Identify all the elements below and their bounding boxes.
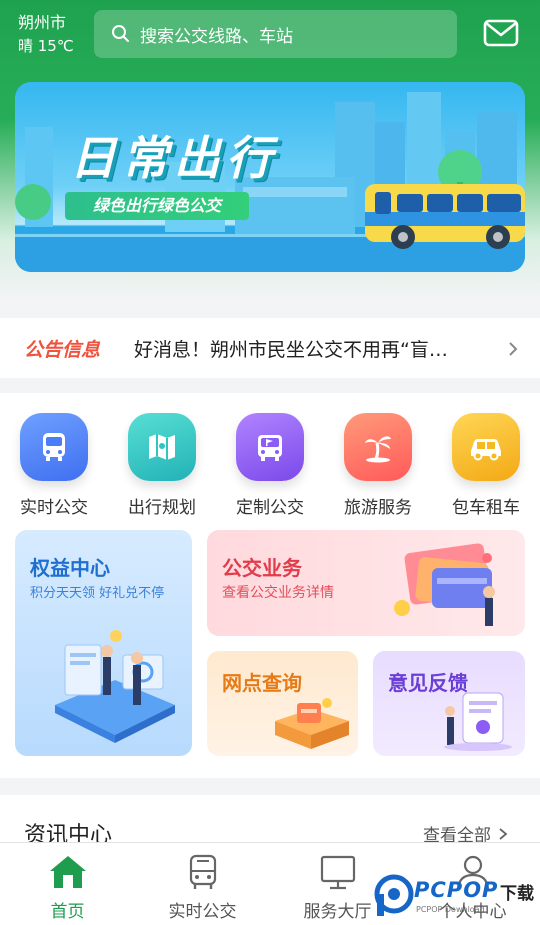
watermark-url: PCPOP Download	[416, 905, 485, 914]
rights-center-card[interactable]: 权益中心 积分天天领 好礼兑不停	[15, 530, 192, 756]
palm-tree-icon	[344, 413, 412, 481]
service-label: 出行规划	[128, 498, 196, 518]
bus-flag-icon	[236, 413, 304, 481]
storefront-illustration	[275, 698, 349, 749]
tab-label: 首页	[50, 902, 85, 922]
banner-title: 日常出行	[70, 131, 278, 185]
service-label: 旅游服务	[344, 498, 412, 518]
tab-label: 实时公交	[168, 902, 237, 922]
car-icon	[452, 413, 520, 481]
service-label: 实时公交	[20, 498, 88, 518]
business-illustration	[394, 543, 495, 626]
chevron-right-icon	[509, 342, 518, 356]
tab-realtime-bus[interactable]: 实时公交	[135, 843, 270, 925]
chevron-right-icon	[499, 828, 508, 840]
city-selector[interactable]: 朔州市	[18, 12, 66, 34]
home-icon	[50, 856, 86, 888]
service-label: 包车租车	[452, 498, 520, 518]
watermark-brand: PCPOP	[414, 878, 499, 902]
feedback-illustration	[444, 692, 512, 751]
banner-slogan: 绿色出行绿色公交	[65, 192, 250, 220]
notice-bar[interactable]: 公告信息 好消息！朔州市民坐公交不用再“盲…	[0, 318, 540, 378]
feedback-card[interactable]: 意见反馈	[373, 651, 525, 756]
service-trip-planning[interactable]: 出行规划	[108, 411, 216, 518]
rights-center-subtitle: 积分天天领 好礼兑不停	[30, 586, 165, 601]
bus-business-subtitle: 查看公交业务详情	[222, 585, 334, 601]
rights-center-title: 权益中心	[30, 556, 110, 580]
notice-tag: 公告信息	[24, 338, 101, 361]
bus-business-card[interactable]: 公交业务 查看公交业务详情	[207, 530, 525, 636]
service-realtime-bus[interactable]: 实时公交	[0, 411, 108, 518]
service-charter[interactable]: 包车租车	[432, 411, 540, 518]
service-shortcuts: 实时公交 出行规划 定制公交 旅游服务 包车租车	[0, 411, 540, 521]
bus-icon	[20, 413, 88, 481]
tab-home[interactable]: 首页	[0, 843, 135, 925]
bus-business-title: 公交业务	[222, 556, 302, 580]
weather-text: 晴 15℃	[18, 37, 74, 55]
pcpop-logo-icon	[374, 874, 414, 916]
people-illustration	[55, 630, 175, 743]
search-input[interactable]: 搜索公交线路、车站	[94, 10, 457, 58]
search-placeholder: 搜索公交线路、车站	[140, 26, 293, 47]
service-label: 定制公交	[236, 498, 304, 518]
banner[interactable]: 日常出行 绿色出行绿色公交	[15, 82, 525, 272]
map-icon	[128, 413, 196, 481]
notice-message[interactable]: 好消息！朔州市民坐公交不用再“盲…	[134, 335, 479, 362]
services-panel: 实时公交 出行规划 定制公交 旅游服务 包车租车 权益中心 积分天天领 好礼兑不…	[0, 393, 540, 778]
mail-icon[interactable]	[483, 18, 519, 48]
watermark-download: 下载	[500, 884, 534, 904]
bus-icon	[189, 854, 217, 889]
service-travel[interactable]: 旅游服务	[324, 411, 432, 518]
pcpop-watermark: PCPOP 下载 PCPOP Download	[372, 872, 540, 922]
service-custom-bus[interactable]: 定制公交	[216, 411, 324, 518]
outlet-query-card[interactable]: 网点查询	[207, 651, 358, 756]
search-icon	[112, 25, 129, 42]
monitor-icon	[320, 855, 356, 890]
